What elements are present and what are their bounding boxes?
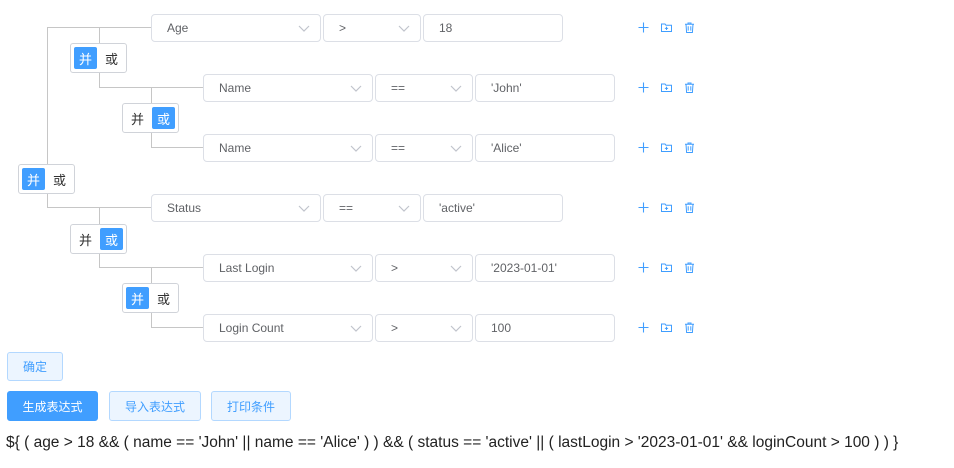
plus-icon[interactable] — [637, 141, 650, 154]
plus-icon[interactable] — [637, 321, 650, 334]
operator-select[interactable]: > — [323, 14, 421, 42]
value-input[interactable]: 100 — [475, 314, 615, 342]
logic-toggle-group-2-1: 并 或 — [122, 283, 179, 313]
row-actions — [637, 81, 696, 94]
logic-toggle-group-2: 并 或 — [70, 224, 127, 254]
folder-plus-icon[interactable] — [660, 141, 673, 154]
value-input[interactable]: 'John' — [475, 74, 615, 102]
chevron-down-icon — [398, 205, 410, 212]
chevron-down-icon — [298, 205, 310, 212]
value-input[interactable]: 'Alice' — [475, 134, 615, 162]
chevron-down-icon — [450, 145, 462, 152]
confirm-button[interactable]: 确定 — [7, 352, 63, 381]
expression-output: ${ ( age > 18 && ( name == 'John' || nam… — [6, 434, 899, 451]
row-actions — [637, 141, 696, 154]
field-select[interactable]: Status — [151, 194, 321, 222]
generate-expression-button[interactable]: 生成表达式 — [7, 391, 98, 421]
operator-select[interactable]: == — [375, 134, 473, 162]
logic-toggle-group-1: 并 或 — [70, 43, 127, 73]
or-button[interactable]: 或 — [152, 107, 175, 129]
row-actions — [637, 201, 696, 214]
trash-icon[interactable] — [683, 261, 696, 274]
field-select[interactable]: Login Count — [203, 314, 373, 342]
and-button[interactable]: 并 — [74, 228, 97, 250]
or-button[interactable]: 或 — [48, 168, 71, 190]
chevron-down-icon — [350, 85, 362, 92]
operator-select[interactable]: > — [375, 254, 473, 282]
row-actions — [637, 261, 696, 274]
row-actions — [637, 321, 696, 334]
and-button[interactable]: 并 — [22, 168, 45, 190]
and-button[interactable]: 并 — [126, 287, 149, 309]
value-input[interactable]: 'active' — [423, 194, 563, 222]
logic-toggle-root: 并 或 — [18, 164, 75, 194]
trash-icon[interactable] — [683, 21, 696, 34]
trash-icon[interactable] — [683, 321, 696, 334]
print-conditions-button[interactable]: 打印条件 — [211, 391, 291, 421]
import-expression-button[interactable]: 导入表达式 — [109, 391, 201, 421]
chevron-down-icon — [450, 265, 462, 272]
trash-icon[interactable] — [683, 201, 696, 214]
plus-icon[interactable] — [637, 261, 650, 274]
value-input[interactable]: '2023-01-01' — [475, 254, 615, 282]
plus-icon[interactable] — [637, 201, 650, 214]
chevron-down-icon — [450, 85, 462, 92]
value-input[interactable]: 18 — [423, 14, 563, 42]
and-button[interactable]: 并 — [126, 107, 149, 129]
or-button[interactable]: 或 — [152, 287, 175, 309]
plus-icon[interactable] — [637, 21, 650, 34]
chevron-down-icon — [350, 325, 362, 332]
folder-plus-icon[interactable] — [660, 321, 673, 334]
field-select[interactable]: Age — [151, 14, 321, 42]
logic-toggle-group-1-1: 并 或 — [122, 103, 179, 133]
chevron-down-icon — [350, 145, 362, 152]
folder-plus-icon[interactable] — [660, 261, 673, 274]
folder-plus-icon[interactable] — [660, 201, 673, 214]
field-select[interactable]: Name — [203, 74, 373, 102]
chevron-down-icon — [398, 25, 410, 32]
chevron-down-icon — [350, 265, 362, 272]
operator-select[interactable]: == — [375, 74, 473, 102]
trash-icon[interactable] — [683, 81, 696, 94]
field-select[interactable]: Last Login — [203, 254, 373, 282]
or-button[interactable]: 或 — [100, 47, 123, 69]
or-button[interactable]: 或 — [100, 228, 123, 250]
trash-icon[interactable] — [683, 141, 696, 154]
and-button[interactable]: 并 — [74, 47, 97, 69]
folder-plus-icon[interactable] — [660, 21, 673, 34]
plus-icon[interactable] — [637, 81, 650, 94]
operator-select[interactable]: > — [375, 314, 473, 342]
folder-plus-icon[interactable] — [660, 81, 673, 94]
chevron-down-icon — [298, 25, 310, 32]
operator-select[interactable]: == — [323, 194, 421, 222]
chevron-down-icon — [450, 325, 462, 332]
field-select[interactable]: Name — [203, 134, 373, 162]
row-actions — [637, 21, 696, 34]
